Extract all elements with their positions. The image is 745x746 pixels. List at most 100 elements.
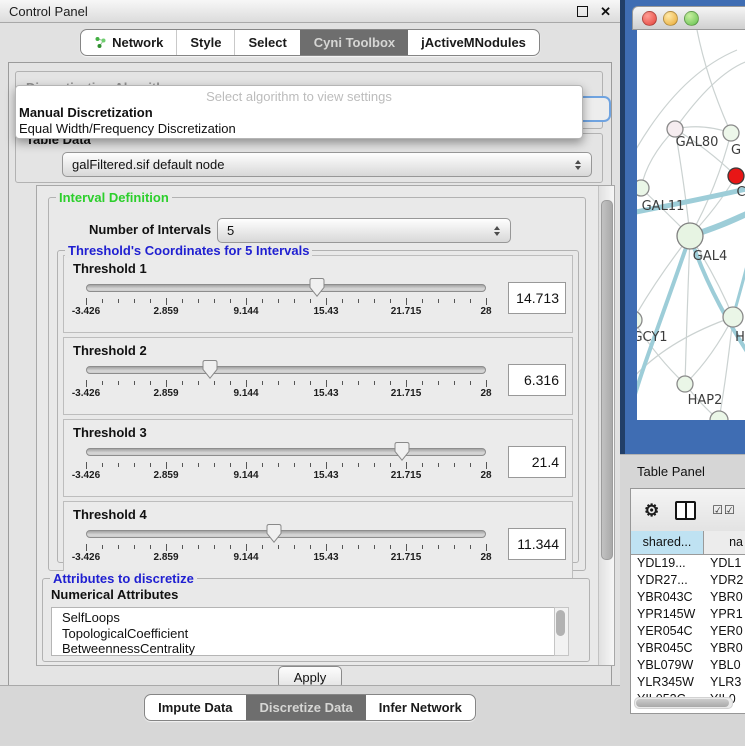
- cell-shared-name[interactable]: YDL19...: [631, 555, 703, 572]
- network-edge[interactable]: [685, 236, 690, 384]
- network-node[interactable]: [637, 180, 649, 196]
- cell-name[interactable]: YBR0: [703, 589, 745, 606]
- threshold-title: Threshold 2: [73, 343, 566, 358]
- tab-impute-data[interactable]: Impute Data: [145, 695, 245, 720]
- tab-discretize-data[interactable]: Discretize Data: [246, 695, 366, 720]
- network-node-label: HAP2: [688, 393, 723, 408]
- cell-shared-name[interactable]: YBL079W: [631, 657, 703, 674]
- attribute-list-item[interactable]: SelfLoops: [62, 610, 554, 626]
- network-node-label: GAL80: [676, 135, 719, 150]
- cell-name[interactable]: YPR1: [703, 606, 745, 623]
- slider-handle[interactable]: [203, 360, 218, 379]
- tab-select[interactable]: Select: [234, 30, 299, 55]
- network-node[interactable]: [677, 376, 693, 392]
- network-node-label: GAL4: [693, 249, 727, 264]
- slider-ticks: [86, 544, 486, 552]
- tab-cyni-toolbox[interactable]: Cyni Toolbox: [300, 30, 408, 55]
- minimize-traffic-light[interactable]: [663, 11, 678, 26]
- cell-shared-name[interactable]: YDR27...: [631, 572, 703, 589]
- cell-name[interactable]: YDR2: [703, 572, 745, 589]
- network-edge[interactable]: [641, 129, 675, 188]
- network-edge[interactable]: [675, 60, 745, 129]
- attribute-list-item[interactable]: TopologicalCoefficient: [62, 626, 554, 642]
- scrollbar-thumb[interactable]: [636, 699, 729, 707]
- tick-label: 2.859: [153, 388, 178, 399]
- cell-shared-name[interactable]: YER054C: [631, 623, 703, 640]
- threshold-value-field[interactable]: 11.344: [508, 528, 566, 560]
- slider-track[interactable]: [86, 448, 486, 456]
- columns-icon[interactable]: [675, 501, 696, 520]
- threshold-value-field[interactable]: 21.4: [508, 446, 566, 478]
- cell-name[interactable]: YDL1: [703, 555, 745, 572]
- table-data-combo[interactable]: galFiltered.sif default node: [62, 152, 592, 177]
- attributes-group-label: Attributes to discretize: [50, 571, 197, 586]
- network-edge[interactable]: [697, 30, 731, 133]
- table-row[interactable]: YBL079WYBL0: [631, 657, 745, 674]
- table-row[interactable]: YLR345WYLR3: [631, 674, 745, 691]
- column-header-shared-name[interactable]: shared...: [631, 531, 704, 554]
- slider-handle[interactable]: [309, 278, 324, 297]
- network-node[interactable]: [723, 125, 739, 141]
- slider-handle[interactable]: [395, 442, 410, 461]
- slider-track[interactable]: [86, 284, 486, 292]
- settings-scrollbar[interactable]: [598, 186, 614, 665]
- threshold-slider[interactable]: -3.4262.8599.14415.4321.71528: [86, 441, 486, 483]
- threshold-value-field[interactable]: 14.713: [508, 282, 566, 314]
- network-node[interactable]: [723, 307, 743, 327]
- tick-label: -3.426: [72, 306, 100, 317]
- cell-name[interactable]: YBR0: [703, 640, 745, 657]
- slider-tick-labels: -3.4262.8599.14415.4321.71528: [86, 470, 486, 482]
- combo-arrows-icon: [488, 226, 510, 236]
- tab-network[interactable]: Network: [81, 30, 176, 55]
- cell-name[interactable]: YLR3: [703, 674, 745, 691]
- network-canvas[interactable]: GAL80GCGAL11GAL4GCY1HHAP2: [637, 30, 745, 420]
- cell-name[interactable]: YER0: [703, 623, 745, 640]
- column-header-name[interactable]: na: [704, 531, 745, 554]
- threshold-value-field[interactable]: 6.316: [508, 364, 566, 396]
- float-window-icon[interactable]: [577, 6, 588, 17]
- tab-style[interactable]: Style: [176, 30, 234, 55]
- attribute-list-item[interactable]: BetweennessCentrality: [62, 641, 554, 656]
- network-node[interactable]: [710, 411, 728, 420]
- dropdown-option-equal-width[interactable]: Equal Width/Frequency Discretization: [16, 121, 582, 136]
- tab-infer-network[interactable]: Infer Network: [366, 695, 475, 720]
- threshold-slider[interactable]: -3.4262.8599.14415.4321.71528: [86, 277, 486, 319]
- table-row[interactable]: YBR045CYBR0: [631, 640, 745, 657]
- slider-handle[interactable]: [267, 524, 282, 543]
- table-row[interactable]: YBR043CYBR0: [631, 589, 745, 606]
- cell-shared-name[interactable]: YPR145W: [631, 606, 703, 623]
- table-row[interactable]: YDL19...YDL1: [631, 555, 745, 572]
- threshold-box: Threshold 2 -3.4262.8599.14415.4321.7152…: [63, 337, 573, 415]
- tab-label: Impute Data: [158, 700, 232, 715]
- scrollbar-thumb[interactable]: [601, 200, 613, 560]
- threshold-slider[interactable]: -3.4262.8599.14415.4321.71528: [86, 359, 486, 401]
- bottom-tab-group: Impute Data Discretize Data Infer Networ…: [144, 694, 476, 721]
- select-columns-icon[interactable]: ☑☑: [712, 503, 736, 517]
- table-horizontal-scrollbar[interactable]: [634, 697, 733, 709]
- cell-shared-name[interactable]: YBR045C: [631, 640, 703, 657]
- cell-shared-name[interactable]: YBR043C: [631, 589, 703, 606]
- cell-name[interactable]: YBL0: [703, 657, 745, 674]
- close-traffic-light[interactable]: [642, 11, 657, 26]
- threshold-slider[interactable]: -3.4262.8599.14415.4321.71528: [86, 523, 486, 565]
- interval-definition-group: Interval Definition Number of Intervals …: [48, 197, 586, 571]
- slider-track[interactable]: [86, 366, 486, 374]
- tab-jactivemnodules[interactable]: jActiveMNodules: [408, 30, 539, 55]
- gear-icon[interactable]: ⚙: [644, 502, 659, 519]
- tick-label: 28: [480, 552, 491, 563]
- slider-track[interactable]: [86, 530, 486, 538]
- attributes-list-scrollbar[interactable]: [554, 607, 569, 656]
- numerical-attributes-list[interactable]: SelfLoopsTopologicalCoefficientBetweenne…: [51, 607, 555, 656]
- dropdown-option-manual[interactable]: Manual Discretization: [16, 105, 582, 120]
- table-row[interactable]: YER054CYER0: [631, 623, 745, 640]
- scrollbar-thumb[interactable]: [556, 610, 565, 636]
- cell-shared-name[interactable]: YLR345W: [631, 674, 703, 691]
- close-icon[interactable]: ✕: [600, 5, 611, 18]
- network-node[interactable]: [728, 168, 744, 184]
- number-of-intervals-combo[interactable]: 5: [217, 218, 511, 243]
- network-node[interactable]: [677, 223, 703, 249]
- zoom-traffic-light[interactable]: [684, 11, 699, 26]
- network-node[interactable]: [637, 311, 642, 329]
- table-row[interactable]: YPR145WYPR1: [631, 606, 745, 623]
- table-row[interactable]: YDR27...YDR2: [631, 572, 745, 589]
